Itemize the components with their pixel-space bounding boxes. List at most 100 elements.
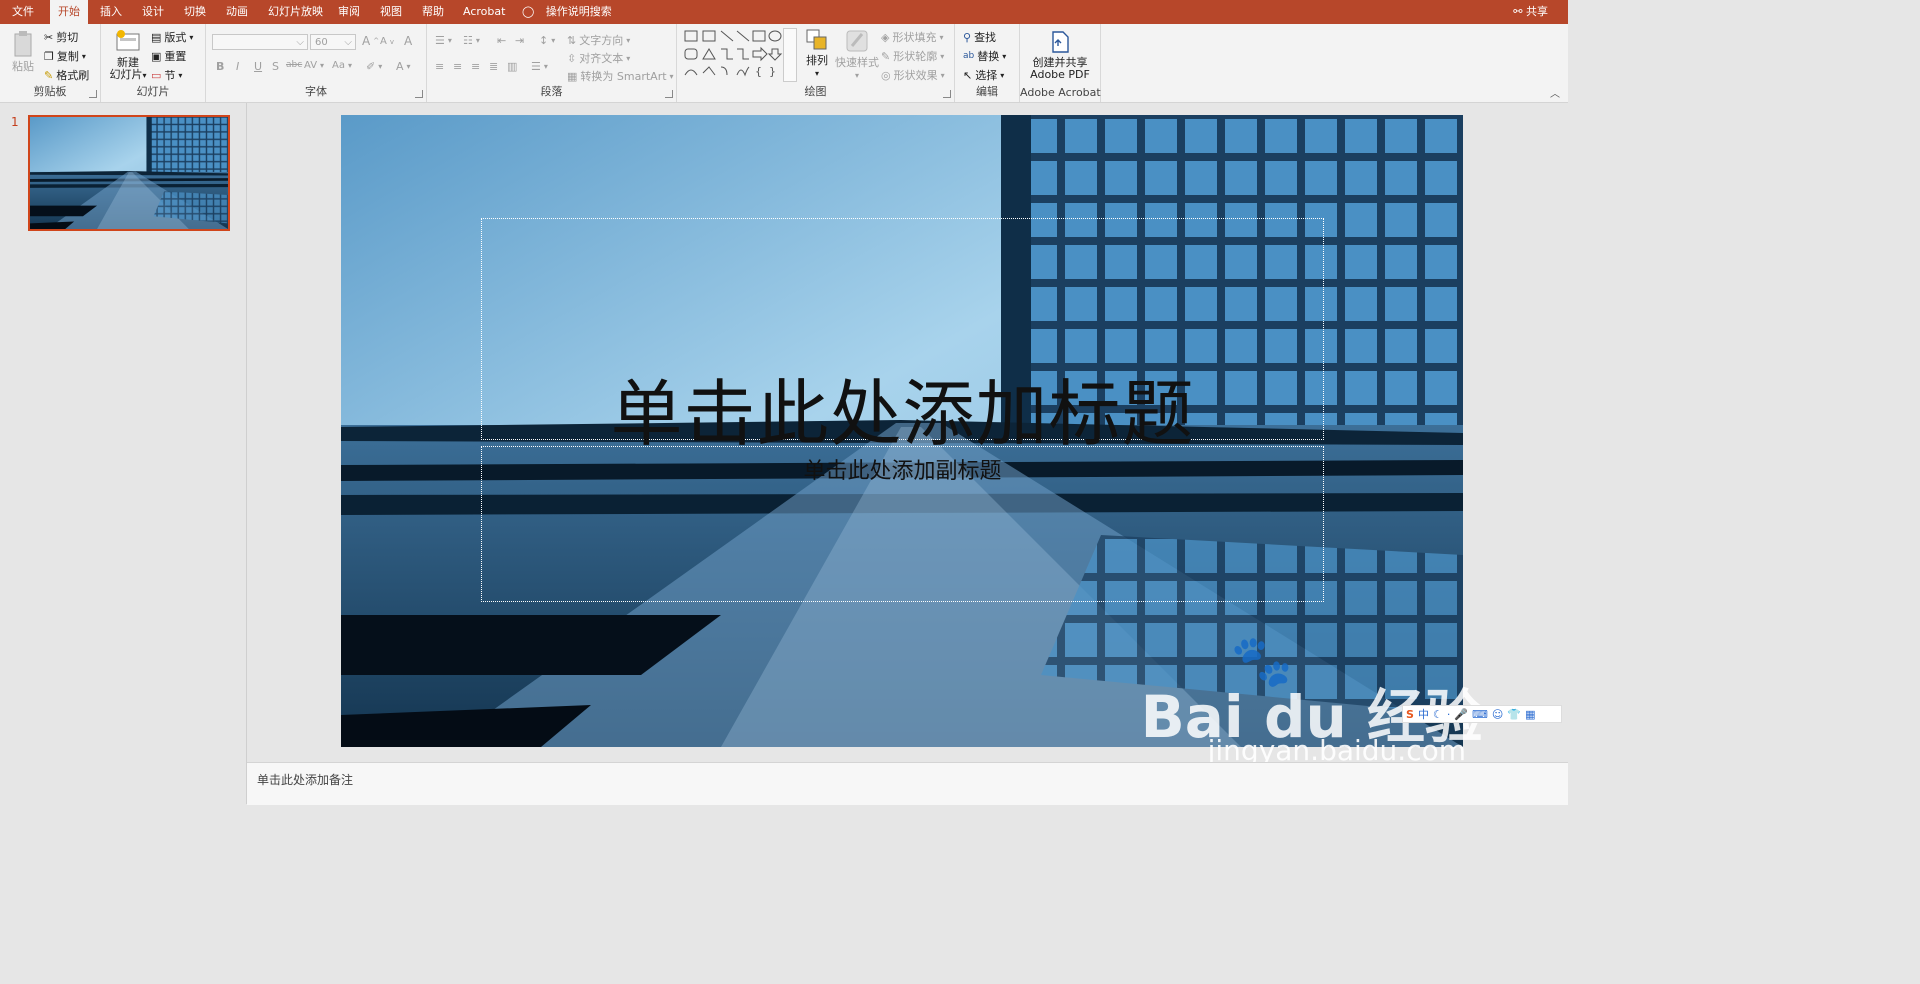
create-pdf-button[interactable]: 创建并共享 Adobe PDF <box>1024 30 1096 81</box>
italic-button[interactable]: I <box>236 60 239 73</box>
increase-indent-button[interactable]: ⇥ <box>515 34 524 47</box>
font-color-button[interactable]: A ▾ <box>396 60 411 73</box>
char-spacing-button[interactable]: AV ▾ <box>304 60 324 71</box>
shapes-gallery[interactable]: { } <box>683 29 795 81</box>
keyboard-icon: ⌨ <box>1472 707 1488 721</box>
distribute-button[interactable]: ☰ ▾ <box>531 60 548 73</box>
new-slide-button[interactable]: 新建 幻灯片▾ <box>107 28 149 82</box>
distribute-icon: ☰ <box>531 60 541 73</box>
shape-effects-button[interactable]: ◎ 形状效果 ▾ <box>881 67 945 83</box>
notes-pane[interactable]: 单击此处添加备注 <box>247 762 1568 805</box>
section-button[interactable]: ▭ 节 ▾ <box>151 67 182 83</box>
tab-8[interactable]: 视图 <box>372 0 410 24</box>
collapse-ribbon-icon[interactable]: ︿ <box>1550 85 1560 100</box>
chevron-down-icon: ▾ <box>378 62 383 71</box>
text-direction-icon: ⇅ <box>567 33 577 47</box>
tab-3[interactable]: 设计 <box>134 0 172 24</box>
align-right-button[interactable]: ≡ <box>471 60 480 73</box>
shape-outline-button[interactable]: ✎ 形状轮廓 ▾ <box>881 48 944 64</box>
font-name-combo[interactable]: ⌵ <box>212 34 308 50</box>
subtitle-placeholder[interactable]: 单击此处添加副标题 <box>481 446 1324 602</box>
bullets-button[interactable]: ☰ ▾ <box>435 34 452 47</box>
group-label: 剪贴板 <box>33 85 67 98</box>
tab-9[interactable]: 帮助 <box>414 0 452 24</box>
group-clipboard: 粘贴 ✂ 剪切 ❐ 复制 ▾ ✎ 格式刷 剪贴板 <box>0 24 101 102</box>
shadow-button[interactable]: S <box>272 60 279 73</box>
numbered-list-icon: ☷ <box>463 34 473 47</box>
dialog-launcher-icon[interactable] <box>89 90 97 98</box>
cut-button[interactable]: ✂ 剪切 <box>44 29 78 45</box>
share-button[interactable]: ⚯ 共享 <box>1513 0 1548 24</box>
chevron-down-icon: ▾ <box>940 51 945 61</box>
group-label: Adobe Acrobat <box>1020 86 1101 99</box>
lightbulb-icon: ◯ <box>522 5 535 18</box>
grow-font-button[interactable]: A ^ <box>362 34 379 48</box>
slide-canvas[interactable]: 单击此处添加标题 单击此处添加副标题 <box>341 115 1463 747</box>
search-icon: ⚲ <box>963 30 972 44</box>
chevron-down-icon: ▾ <box>669 71 674 81</box>
align-left-icon: ≡ <box>435 60 445 73</box>
slide-number: 1 <box>11 115 19 129</box>
slide-thumbnail[interactable] <box>28 115 230 231</box>
dialog-launcher-icon[interactable] <box>415 90 423 98</box>
copy-button[interactable]: ❐ 复制 ▾ <box>44 48 86 64</box>
quick-styles-icon <box>846 30 868 52</box>
tab-7[interactable]: 审阅 <box>330 0 368 24</box>
tab-4[interactable]: 切换 <box>176 0 214 24</box>
tell-me-search[interactable]: ◯ 操作说明搜索 <box>522 0 612 24</box>
indent-icon: ⇥ <box>515 34 525 47</box>
paw-icon: 🐾 <box>1230 632 1293 690</box>
text-direction-button[interactable]: ⇅ 文字方向 ▾ <box>567 32 630 48</box>
chevron-down-icon: ▾ <box>854 71 859 80</box>
punct-icon: · <box>1446 707 1451 721</box>
highlighter-icon: ✐ <box>366 60 376 73</box>
bold-button[interactable]: B <box>216 60 224 73</box>
clear-formatting-button[interactable]: A <box>404 34 412 48</box>
underline-button[interactable]: U <box>254 60 262 73</box>
change-case-button[interactable]: Aa ▾ <box>332 60 352 71</box>
highlight-button[interactable]: ✐ ▾ <box>366 60 382 73</box>
align-center-button[interactable]: ≡ <box>453 60 462 73</box>
pdf-share-icon <box>1052 31 1069 53</box>
select-button[interactable]: ↖ 选择 ▾ <box>963 67 1004 83</box>
group-editing: ⚲ 查找 ab 替换 ▾ ↖ 选择 ▾ 编辑 <box>955 24 1020 102</box>
ime-toolbar[interactable]: S 中 ☾ · 🎤 ⌨ ☺ 👕 ▦ <box>1402 705 1562 723</box>
tab-0[interactable]: 文件 <box>4 0 42 24</box>
font-size-combo[interactable]: 60 ⌵ <box>310 34 356 50</box>
tab-2[interactable]: 插入 <box>92 0 130 24</box>
ribbon-tab-bar: 文件 开始 插入 设计 切换 动画 幻灯片放映 审阅 视图 帮助 Acrobat ◯ 操作说明搜索 … <box>0 0 1568 24</box>
tab-6[interactable]: 幻灯片放映 <box>260 0 331 24</box>
paste-button[interactable]: 粘贴 <box>8 30 38 73</box>
user-icon: ☺ <box>1491 707 1504 721</box>
shape-fill-button[interactable]: ◈ 形状填充 ▾ <box>881 29 943 45</box>
line-spacing-button[interactable]: ↕ ▾ <box>539 34 555 47</box>
format-painter-button[interactable]: ✎ 格式刷 <box>44 67 89 83</box>
replace-button[interactable]: ab 替换 ▾ <box>963 48 1006 64</box>
mic-icon: 🎤 <box>1454 707 1469 721</box>
align-text-button[interactable]: ⇳ 对齐文本 ▾ <box>567 50 630 66</box>
find-button[interactable]: ⚲ 查找 <box>963 29 996 45</box>
layout-button[interactable]: ▤ 版式 ▾ <box>151 29 193 45</box>
dialog-launcher-icon[interactable] <box>943 90 951 98</box>
decrease-indent-button[interactable]: ⇤ <box>497 34 506 47</box>
align-left-button[interactable]: ≡ <box>435 60 444 73</box>
columns-button[interactable]: ▥ <box>507 60 517 73</box>
dialog-launcher-icon[interactable] <box>665 90 673 98</box>
numbering-button[interactable]: ☷ ▾ <box>463 34 480 47</box>
clipboard-icon <box>14 31 32 57</box>
paint-bucket-icon: ◈ <box>881 30 890 44</box>
tab-1[interactable]: 开始 <box>50 0 88 24</box>
smartart-button[interactable]: ▦ 转换为 SmartArt ▾ <box>567 68 674 84</box>
tab-5[interactable]: 动画 <box>218 0 256 24</box>
justify-button[interactable]: ≣ <box>489 60 498 73</box>
shapes-scroll[interactable] <box>783 28 797 82</box>
shrink-font-button[interactable]: Av <box>380 36 394 47</box>
group-label: 编辑 <box>976 85 998 98</box>
strikethrough-button[interactable]: abc <box>286 60 302 70</box>
arrange-button[interactable]: 排列 ▾ <box>801 28 833 80</box>
quick-styles-button[interactable]: 快速样式 ▾ <box>835 28 879 82</box>
tab-10[interactable]: Acrobat <box>455 0 513 24</box>
title-placeholder[interactable]: 单击此处添加标题 <box>481 218 1324 456</box>
line-spacing-icon: ↕ <box>539 34 549 47</box>
reset-button[interactable]: ▣ 重置 <box>151 48 186 64</box>
